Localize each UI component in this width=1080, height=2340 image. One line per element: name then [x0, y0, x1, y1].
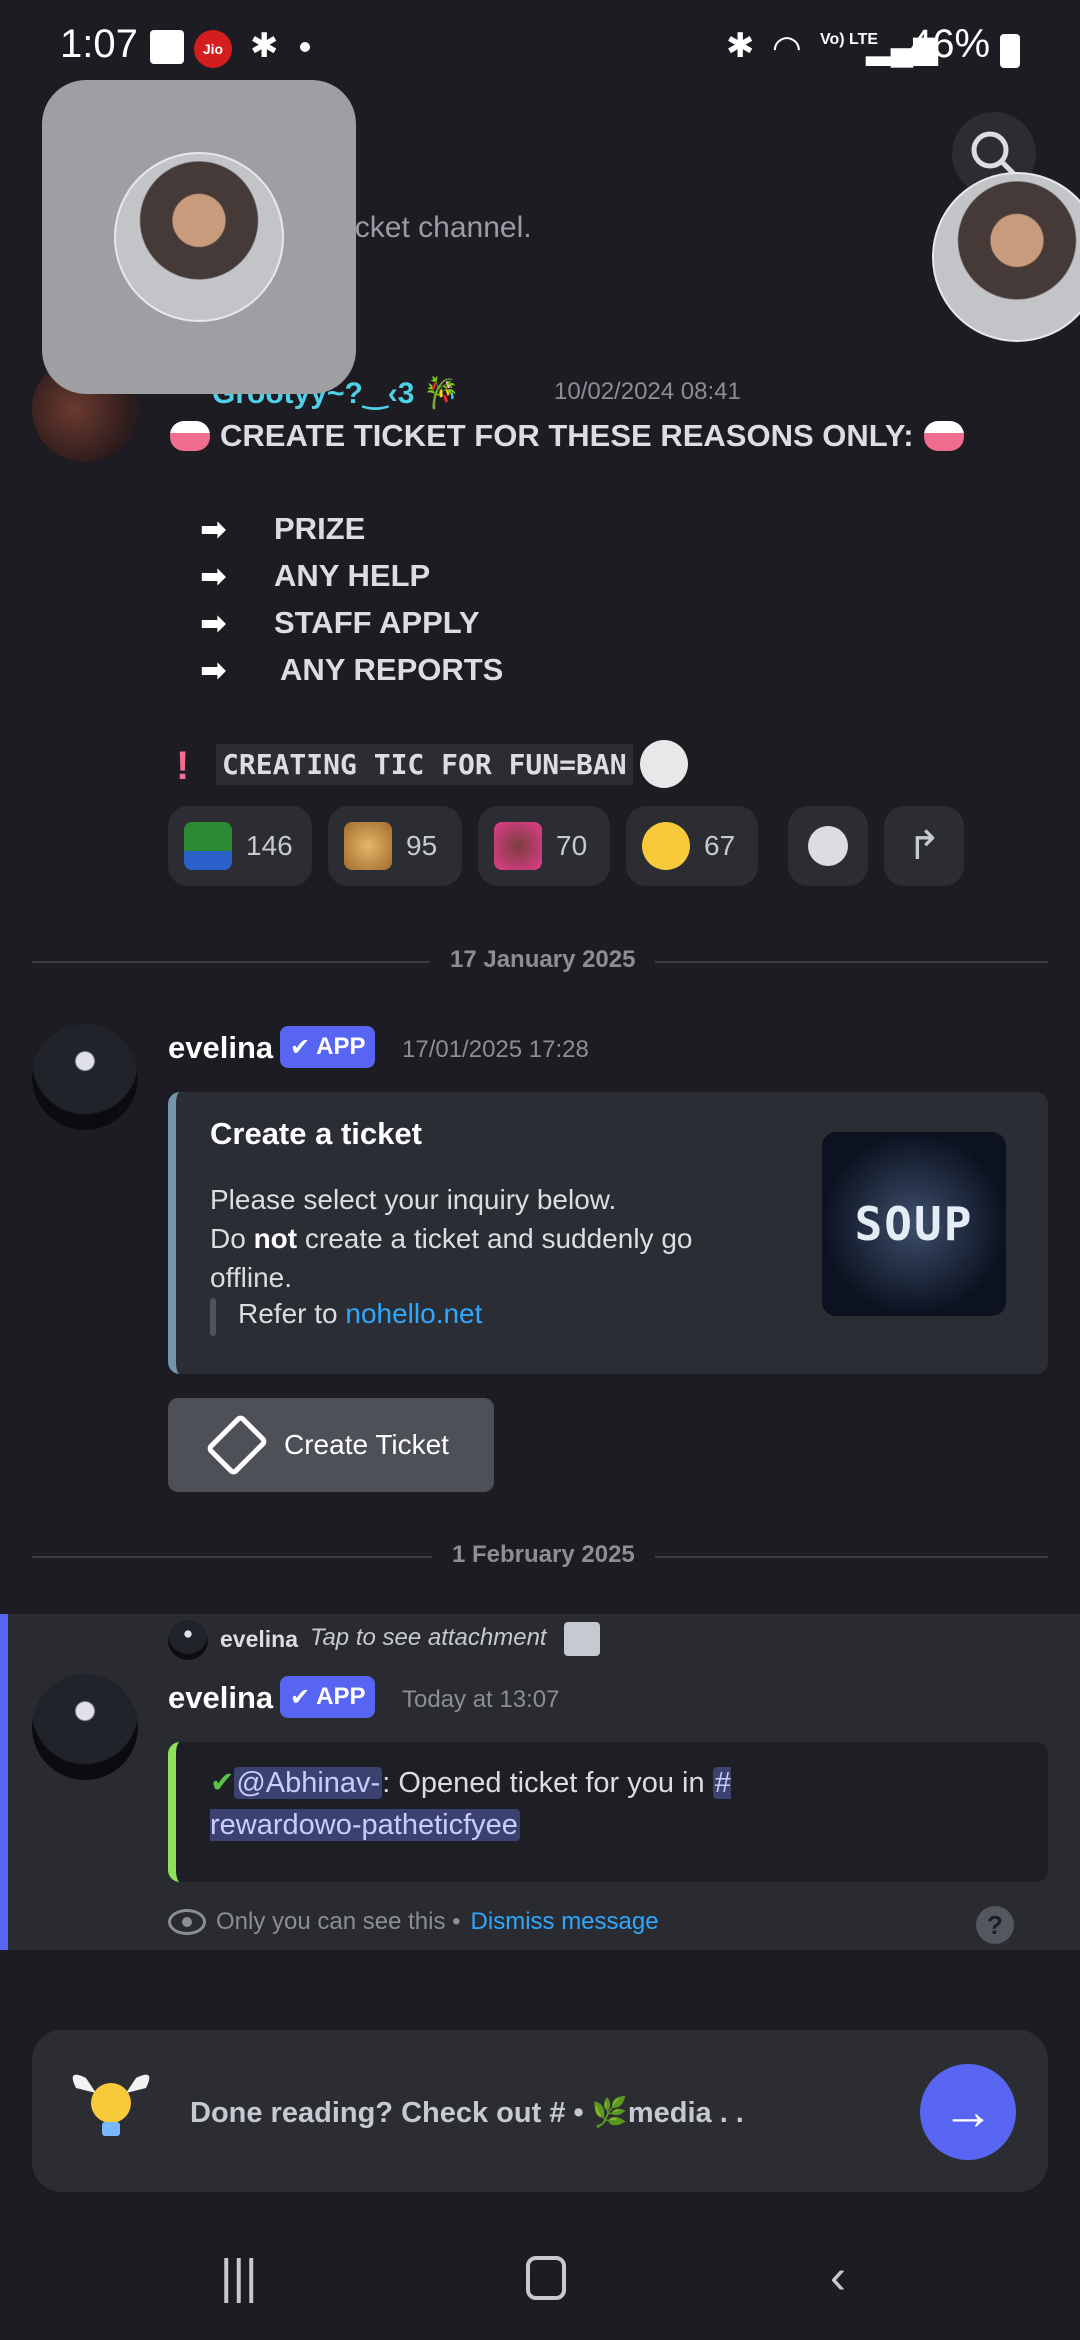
arrow-right-icon: → [942, 2083, 994, 2141]
list-item: ➡ ANY HELP [200, 558, 431, 594]
bluetooth-icon: ✱ [250, 27, 279, 65]
reaction-doge[interactable]: 95 [328, 806, 462, 886]
embed-description: ✔@Abhinav-: Opened ticket for you in # r… [210, 1767, 731, 1841]
help-icon[interactable]: ? [976, 1906, 1014, 1944]
reaction-monocle[interactable]: 67 [626, 806, 758, 886]
embed-title: Create a ticket [210, 1116, 422, 1151]
carrier-icon: Jio [194, 30, 232, 68]
forward-arrow-icon: ↱ [907, 824, 941, 868]
go-next-channel-button[interactable]: → [920, 2064, 1016, 2160]
reply-author[interactable]: evelina [220, 1626, 298, 1653]
warning-code: CREATING TIC FOR FUN=BAN [216, 744, 633, 785]
ghost-icon [640, 740, 688, 788]
check-icon: ✔ [290, 1033, 311, 1061]
check-icon: ✔ [290, 1683, 311, 1711]
author-name[interactable]: evelina [168, 1030, 273, 1066]
author-name[interactable]: evelina [168, 1680, 273, 1716]
checkmark-icon: ✔ [210, 1767, 235, 1799]
app-badge: ✔ APP [280, 1676, 376, 1718]
date-divider-label: 1 February 2025 [432, 1541, 655, 1569]
message-timestamp: 10/02/2024 08:41 [554, 378, 741, 405]
reply-avatar[interactable] [168, 1620, 208, 1660]
embed-quote: Refer to nohello.net [238, 1298, 483, 1329]
call-avatar [114, 152, 284, 322]
author-avatar[interactable] [32, 1024, 138, 1130]
arrow-right-icon: ➡ [200, 511, 227, 547]
author-avatar[interactable] [32, 1674, 138, 1780]
pill-icon [170, 421, 210, 451]
share-button[interactable]: ↱ [884, 806, 964, 886]
reply-preview[interactable]: Tap to see attachment [310, 1624, 547, 1652]
dismiss-message-link[interactable]: Dismiss message [471, 1908, 659, 1936]
nudge-text: Done reading? Check out # • 🌿media . . [190, 2097, 744, 2129]
wifi-icon: ◠ [772, 29, 802, 67]
app-badge: ✔ APP [280, 1026, 376, 1068]
reaction-monkey[interactable]: 70 [478, 806, 610, 886]
add-reaction-button[interactable] [788, 806, 868, 886]
list-item: ➡ ANY REPORTS [200, 652, 504, 688]
nohello-link[interactable]: nohello.net [345, 1298, 482, 1329]
back-button[interactable]: ‹ [830, 2250, 846, 2305]
user-mention[interactable]: @Abhinav- [234, 1767, 383, 1799]
battery-percent: 46% [910, 22, 991, 66]
exclamation-icon: ! [176, 744, 190, 788]
embed-description: Please select your inquiry below. Do not… [210, 1184, 693, 1293]
arrow-right-icon: ➡ [200, 605, 227, 641]
arrow-right-icon: ➡ [200, 652, 227, 688]
battery-icon [1000, 34, 1020, 68]
eye-icon [168, 1909, 206, 1935]
status-time: 1:07 [60, 22, 138, 66]
create-ticket-button[interactable]: Create Ticket [168, 1398, 494, 1492]
message-timestamp: 17/01/2025 17:28 [402, 1036, 589, 1063]
arrow-right-icon: ➡ [200, 558, 227, 594]
blockquote-bar [210, 1298, 216, 1336]
doge-icon [344, 822, 392, 870]
smiley-icon [808, 826, 848, 866]
ticket-icon [205, 1413, 269, 1477]
embed-thumbnail[interactable]: SOUP [822, 1132, 1006, 1316]
reaction-pepe-yes[interactable]: 146 [168, 806, 312, 886]
list-item: ➡ PRIZE [200, 511, 366, 547]
pill-icon [923, 421, 964, 451]
pepe-yes-icon [184, 822, 232, 870]
notification-dot-icon [300, 42, 310, 52]
ephemeral-note: Only you can see this • Dismiss message [168, 1908, 659, 1936]
monocle-face-icon [642, 822, 690, 870]
image-icon [564, 1622, 600, 1656]
message-heading: CREATE TICKET FOR THESE REASONS ONLY: [170, 418, 964, 454]
call-bubble-avatar[interactable] [932, 172, 1080, 342]
gallery-icon [150, 30, 184, 64]
list-item: ➡ STAFF APPLY [200, 605, 480, 641]
monkey-icon [494, 822, 542, 870]
lightbulb-icon [72, 2074, 150, 2136]
bluetooth-icon-right: ✱ [726, 27, 755, 65]
message-timestamp: Today at 13:07 [402, 1686, 560, 1713]
home-button[interactable] [526, 2256, 566, 2300]
recent-apps-button[interactable]: ||| [220, 2250, 257, 2305]
date-divider-label: 17 January 2025 [430, 946, 656, 974]
